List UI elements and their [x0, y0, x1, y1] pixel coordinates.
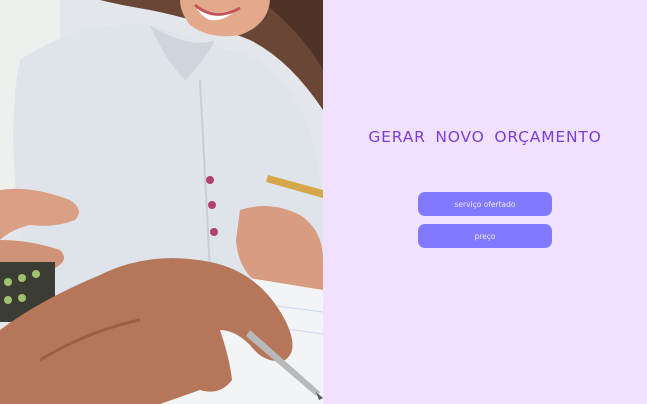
service-offered-button[interactable]: serviço ofertado: [418, 192, 552, 216]
page-title: GERAR NOVO ORÇAMENTO: [368, 128, 602, 146]
hero-photo-illustration: [0, 0, 323, 404]
hero-photo: [0, 0, 323, 404]
budget-form-panel: GERAR NOVO ORÇAMENTO serviço ofertado pr…: [323, 0, 647, 404]
price-button[interactable]: preço: [418, 224, 552, 248]
service-offered-label: serviço ofertado: [454, 199, 516, 209]
price-label: preço: [474, 231, 496, 241]
